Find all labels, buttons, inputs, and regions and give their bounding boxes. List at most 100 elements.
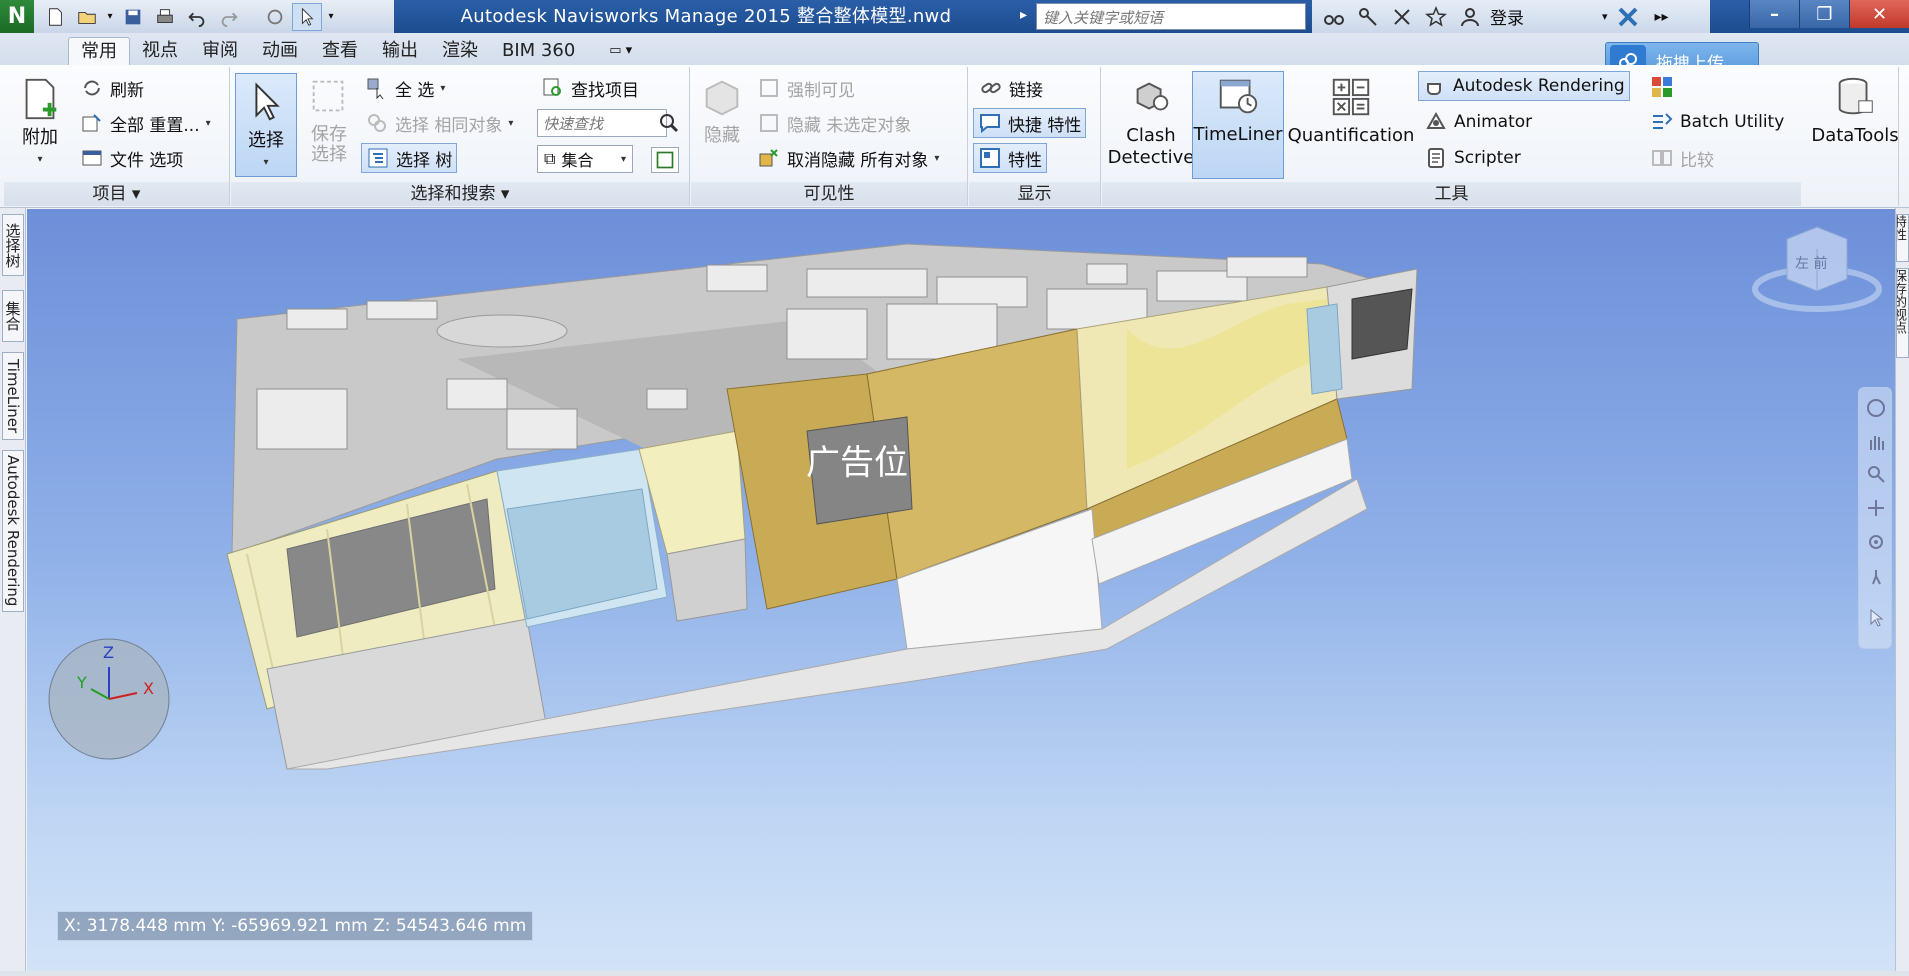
sets-dropdown[interactable]: ⧉ 集合 ▾ (537, 145, 633, 173)
tab-output[interactable]: 输出 (370, 37, 430, 65)
quick-properties-button[interactable]: 快捷 特性 (973, 108, 1087, 138)
new-file-icon[interactable] (40, 3, 70, 31)
help-search-input[interactable]: 键入关键字或短语 (1036, 3, 1306, 30)
login-label[interactable]: 登录 (1490, 4, 1524, 29)
open-folder-icon[interactable] (72, 3, 102, 31)
animator-button[interactable]: Animator (1420, 107, 1536, 137)
panel-project-footer[interactable]: 项目 ▾ (4, 182, 229, 206)
autodesk-rendering-button[interactable]: Autodesk Rendering (1418, 71, 1630, 101)
quick-properties-label: 快捷 特性 (1008, 115, 1082, 136)
tab-review[interactable]: 审阅 (190, 37, 250, 65)
ribbon-minimize-icon[interactable]: ▭ ▾ (609, 37, 632, 65)
pan-hand-icon[interactable] (1866, 432, 1886, 452)
datatools-button[interactable]: DataTools (1811, 73, 1899, 181)
hide-button[interactable]: 隐藏 (697, 73, 747, 173)
subscription-key-icon[interactable] (1354, 3, 1382, 31)
exchange-apps-icon[interactable] (1614, 3, 1642, 31)
refresh-label: 刷新 (110, 80, 144, 101)
require-button[interactable]: 强制可见 (753, 73, 859, 103)
help-expand-icon[interactable]: ▸▸ (1648, 3, 1676, 31)
unhide-all-button[interactable]: 取消隐藏 所有对象 ▾ (753, 143, 943, 173)
select-all-button[interactable]: 全 选 ▾ (361, 73, 449, 103)
dock-tab-timeliner[interactable]: TimeLiner (2, 352, 24, 440)
print-icon[interactable] (150, 3, 180, 31)
quick-find-input[interactable]: 快速查找 (537, 109, 667, 137)
select-same-button[interactable]: 选择 相同对象 ▾ (361, 108, 517, 138)
refresh-icon[interactable] (260, 3, 290, 31)
panel-select-search-footer[interactable]: 选择和搜索 ▾ (231, 182, 689, 206)
save-selection-button[interactable]: 保存 选择 (305, 73, 353, 177)
dock-tab-sets[interactable]: 集合 (2, 290, 24, 342)
refresh-button[interactable]: 刷新 (76, 73, 148, 103)
viewcube[interactable]: 左 前 (1747, 209, 1887, 319)
zoom-window-icon[interactable] (1866, 464, 1886, 484)
walk-icon[interactable] (1866, 566, 1886, 586)
search-expand-icon[interactable]: ▸ (1020, 7, 1027, 23)
tab-viewpoint[interactable]: 视点 (130, 37, 190, 65)
customize-dropdown-icon[interactable]: ▾ (324, 3, 338, 31)
file-options-button[interactable]: 文件 选项 (76, 143, 187, 173)
window-controls: – ❐ ✕ (1749, 0, 1909, 33)
quick-find-search-icon[interactable] (657, 111, 681, 135)
user-icon[interactable] (1456, 3, 1484, 31)
properties-label: 特性 (1008, 150, 1042, 171)
tab-bim360[interactable]: BIM 360 (490, 37, 587, 65)
login-dropdown-icon[interactable]: ▾ (1602, 10, 1608, 23)
tab-view[interactable]: 查看 (310, 37, 370, 65)
redo-icon[interactable] (214, 3, 244, 31)
links-button[interactable]: 链接 (975, 73, 1047, 103)
select-button[interactable]: 选择 ▾ (235, 73, 297, 177)
tab-home[interactable]: 常用 (68, 37, 130, 65)
orbit-icon[interactable] (1866, 498, 1886, 518)
dock-tab-properties[interactable]: 特性 (1896, 214, 1909, 262)
communication-center-icon[interactable] (1388, 3, 1416, 31)
quantification-button[interactable]: Quantification (1288, 73, 1414, 181)
binoculars-search-icon[interactable] (1320, 3, 1348, 31)
selection-tree-button[interactable]: 选择 树 (361, 143, 458, 173)
select-tool-icon[interactable] (1866, 608, 1886, 628)
dock-tab-selection-tree[interactable]: 选择树 (2, 214, 24, 276)
look-icon[interactable] (1866, 532, 1886, 552)
select-cursor-icon[interactable] (292, 2, 322, 31)
minimize-icon[interactable]: – (1749, 0, 1799, 28)
batch-utility-label: Batch Utility (1680, 112, 1785, 132)
quantification-label: Quantification (1287, 125, 1415, 146)
batch-utility-button[interactable]: Batch Utility (1646, 107, 1788, 137)
require-label: 强制可见 (787, 80, 855, 101)
close-icon[interactable]: ✕ (1849, 0, 1909, 28)
restore-icon[interactable]: ❐ (1799, 0, 1849, 28)
select-all-dropdown-icon: ▾ (440, 82, 446, 94)
append-button[interactable]: 附加 ▾ (10, 75, 70, 175)
scripter-button[interactable]: Scripter (1420, 143, 1525, 173)
tab-render[interactable]: 渲染 (430, 37, 490, 65)
dock-tab-autodesk-rendering[interactable]: Autodesk Rendering (2, 450, 24, 612)
application-menu-button[interactable]: N (0, 0, 34, 33)
scripter-label: Scripter (1454, 148, 1521, 168)
viewcube-face-label: 左 前 (1795, 256, 1828, 272)
unhide-all-dropdown-icon: ▾ (934, 152, 940, 164)
tab-animation[interactable]: 动画 (250, 37, 310, 65)
find-items-button[interactable]: 查找项目 (537, 73, 643, 103)
compare-button[interactable]: 比较 (1646, 143, 1718, 173)
manage-sets-icon[interactable] (651, 147, 679, 173)
properties-button[interactable]: 特性 (973, 143, 1047, 173)
favorites-star-icon[interactable] (1422, 3, 1450, 31)
hide-unselected-button[interactable]: 隐藏 未选定对象 (753, 108, 915, 138)
appearance-profiler-icon[interactable] (1650, 75, 1676, 101)
scene-viewport[interactable]: 广告位 左 前 Z Y X X: 3178.448 mm Y: -65969.9… (27, 209, 1895, 971)
dock-tab-saved-viewpoints[interactable]: 保存的视点 (1896, 268, 1909, 358)
steering-wheel-icon[interactable] (1866, 398, 1886, 418)
animator-label: Animator (1454, 112, 1533, 132)
selection-tree-label: 选择 树 (396, 150, 453, 171)
clash-detective-button[interactable]: Clash Detective (1106, 73, 1196, 181)
reset-all-button[interactable]: 全部 重置... ▾ (76, 108, 215, 138)
save-icon[interactable] (118, 3, 148, 31)
undo-icon[interactable] (182, 3, 212, 31)
timeliner-calendar-icon (1214, 72, 1262, 120)
timeliner-button[interactable]: TimeLiner (1192, 71, 1284, 179)
panel-tools: Clash Detective TimeLiner Quantification… (1102, 67, 1899, 206)
compare-label: 比较 (1680, 150, 1714, 171)
dropdown-arrow-icon[interactable]: ▾ (104, 3, 116, 31)
hide-unselected-icon (757, 111, 781, 135)
sets-icon: ⧉ (544, 149, 556, 168)
